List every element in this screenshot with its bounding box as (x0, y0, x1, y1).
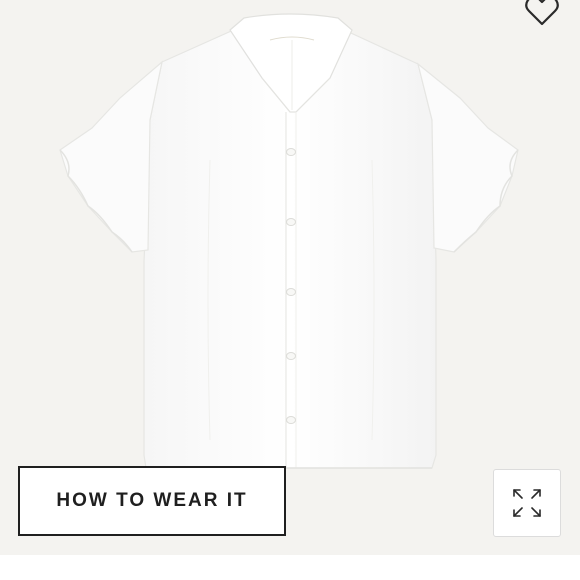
bottom-strip (0, 555, 580, 580)
wishlist-button[interactable] (522, 0, 562, 30)
how-to-wear-label: HOW TO WEAR IT (56, 490, 248, 511)
expand-arrows-icon (513, 489, 541, 517)
product-image-viewer: HOW TO WEAR IT (0, 0, 580, 580)
heart-outline-icon (525, 0, 559, 26)
shirt-left-sleeve (59, 60, 163, 253)
how-to-wear-button[interactable]: HOW TO WEAR IT (18, 466, 286, 536)
expand-button[interactable] (493, 469, 561, 537)
